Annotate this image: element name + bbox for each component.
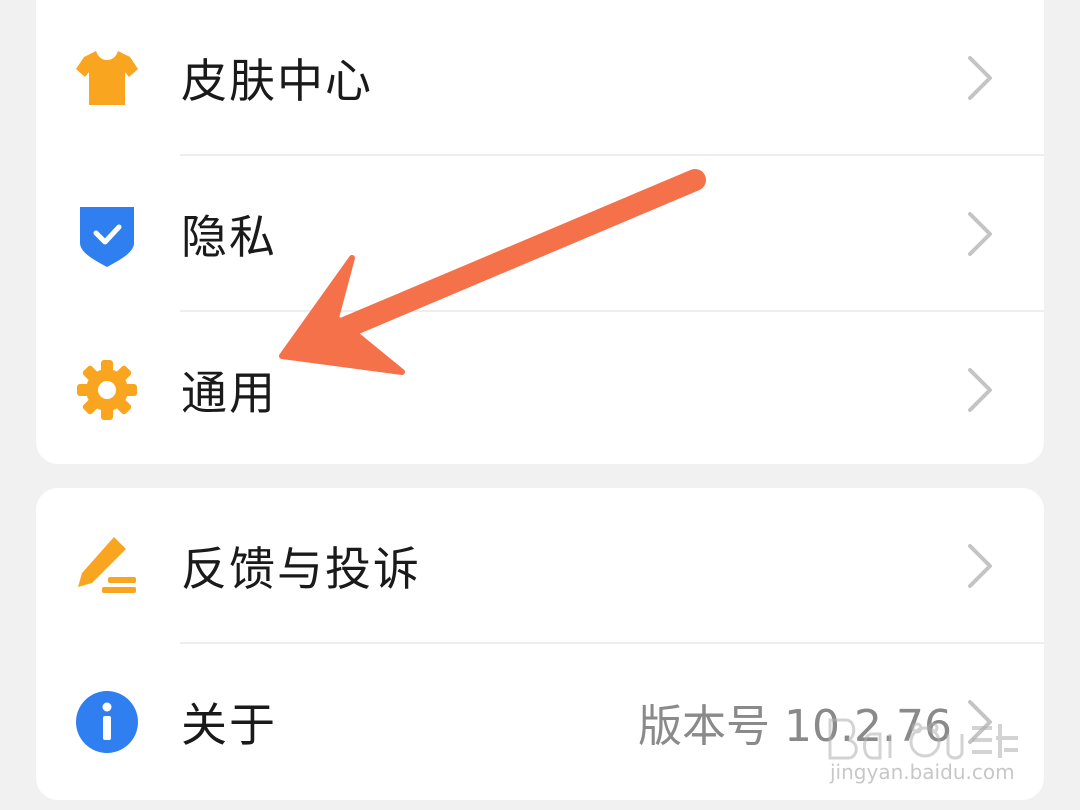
settings-row-feedback[interactable]: 反馈与投诉 (36, 488, 1044, 644)
chevron-right-icon (962, 208, 998, 260)
row-label: 反馈与投诉 (181, 542, 421, 596)
tshirt-icon (74, 45, 140, 111)
row-label: 隐私 (181, 210, 277, 264)
chevron-right-icon (962, 540, 998, 592)
pencil-feedback-icon (74, 533, 140, 599)
chevron-right-icon (962, 52, 998, 104)
row-label: 关于 (181, 698, 277, 752)
settings-row-skin-center[interactable]: 皮肤中心 (36, 0, 1044, 156)
info-icon (74, 689, 140, 755)
settings-card-general: 皮肤中心 隐私 通用 (36, 0, 1044, 464)
watermark-url: jingyan.baidu.com (830, 760, 1015, 784)
row-label: 通用 (181, 366, 277, 420)
settings-row-general[interactable]: 通用 (36, 312, 1044, 464)
gear-icon (74, 357, 140, 423)
watermark: jingyan.baidu.com (822, 712, 1032, 802)
shield-check-icon (74, 201, 140, 267)
chevron-right-icon (962, 364, 998, 416)
row-label: 皮肤中心 (181, 54, 373, 108)
settings-row-privacy[interactable]: 隐私 (36, 156, 1044, 312)
